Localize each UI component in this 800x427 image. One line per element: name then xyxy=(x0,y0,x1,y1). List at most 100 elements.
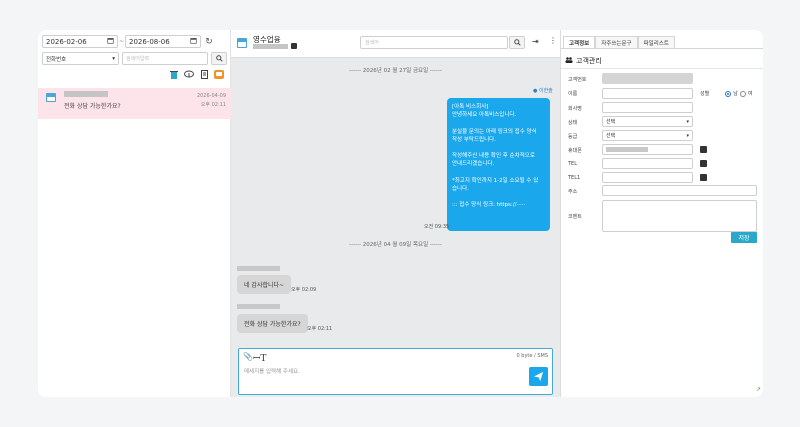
save-button[interactable]: 저장 xyxy=(731,232,757,243)
chat-room-icon xyxy=(237,38,247,48)
more-options-icon[interactable]: ⋮ xyxy=(549,36,557,45)
exit-icon[interactable]: ⇥ xyxy=(532,37,539,46)
status-select[interactable]: 선택 ▾ xyxy=(602,116,693,127)
search-type-value: 전화번호 xyxy=(46,56,67,63)
end-date-input[interactable]: 2026-08-06 xyxy=(125,35,201,48)
mobile-field[interactable] xyxy=(602,144,693,155)
message-line: *최고지 확인까지 1-2일 소요될 수 있 xyxy=(452,177,539,184)
chat-list-item[interactable]: 전화 상담 가능한가요? 2026-04-09 오후 02:11 xyxy=(38,88,231,119)
gender-male-label: 남 xyxy=(733,91,738,97)
message-time: 오전 09:35 xyxy=(424,224,450,230)
message-search-button[interactable] xyxy=(509,36,525,49)
date-divider: ------ 2026년 02 월 27일 금요일 ------ xyxy=(349,68,442,74)
name-field[interactable] xyxy=(602,88,693,99)
date-range: 2026-02-06 ~ 2026-08-06 ↻ xyxy=(42,35,217,48)
sender-name: ● 이한솔 xyxy=(533,87,553,94)
message-line: ::: 접수 양식 링크: https://····· xyxy=(452,202,526,209)
calendar-icon[interactable] xyxy=(190,37,197,46)
address-label: 주소 xyxy=(568,189,578,195)
user-icon: ● xyxy=(533,88,538,94)
panel-divider xyxy=(561,68,763,69)
tab-frequent-phrases[interactable]: 자주쓰는문구 xyxy=(595,36,638,48)
tel-label: TEL xyxy=(568,161,577,167)
send-icon xyxy=(533,371,544,382)
search-button[interactable] xyxy=(211,52,227,65)
customer-no-field xyxy=(602,73,693,84)
phone-icon[interactable] xyxy=(700,160,707,167)
contact-name-redacted xyxy=(64,91,108,97)
message-line: 안내드리겠습니다. xyxy=(452,161,495,168)
chevron-down-icon: ▾ xyxy=(686,132,689,139)
comment-field[interactable] xyxy=(602,200,757,232)
comment-label: 코멘트 xyxy=(568,214,582,220)
gender-male-radio[interactable] xyxy=(725,90,732,97)
last-message-date: 2026-04-09 xyxy=(196,93,226,99)
panel-title: 고객관리 xyxy=(576,57,602,65)
last-message-time: 오후 02:11 xyxy=(200,102,226,108)
message-line xyxy=(452,144,545,152)
start-date-value: 2026-02-06 xyxy=(46,37,87,46)
chevron-down-icon: ▾ xyxy=(686,118,689,125)
grade-value: 선택 xyxy=(606,133,616,139)
message-line: 작성해주신 내용 확인 후 순차적으로 xyxy=(452,153,535,160)
calendar-icon[interactable] xyxy=(107,37,114,46)
font-size-icon[interactable]: ꟷT xyxy=(253,351,266,364)
chat-room-icon xyxy=(46,93,56,102)
search-input[interactable]: 검색어입력 xyxy=(122,52,208,65)
gender-label: 성별 xyxy=(700,91,710,97)
search-row: 전화번호 ▾ 검색어입력 xyxy=(42,52,227,65)
conversation-panel: 영수업융 검색어 ⇥ ⋮ ------ 2026년 02 월 27일 금요일 -… xyxy=(231,30,560,397)
search-icon xyxy=(215,55,223,62)
mobile-redacted xyxy=(606,147,648,152)
refresh-icon[interactable]: ↻ xyxy=(201,37,217,47)
customer-panel: 고객정보 자주쓰는문구 파일리스트 고객관리 고객번호 이름 성별 남 여 회사… xyxy=(560,30,763,397)
message-line xyxy=(452,169,545,177)
message-line: 안녕하세요 아톡비스입니다. xyxy=(452,112,517,119)
search-icon xyxy=(513,39,521,46)
gender-female-radio[interactable] xyxy=(739,90,746,97)
search-type-select[interactable]: 전화번호 ▾ xyxy=(42,52,119,65)
conversation-header: 영수업융 검색어 ⇥ ⋮ xyxy=(231,30,560,58)
send-button[interactable] xyxy=(529,367,548,386)
tab-customer-info[interactable]: 고객정보 xyxy=(563,36,596,48)
delete-icon[interactable] xyxy=(169,69,179,79)
mobile-label: 휴대폰 xyxy=(568,148,582,154)
message-time: 오후 02:11 xyxy=(307,326,333,332)
tel1-label: TEL1 xyxy=(568,175,581,181)
status-value: 선택 xyxy=(606,119,616,125)
phone-icon[interactable] xyxy=(700,174,707,181)
tel1-field[interactable] xyxy=(602,172,693,183)
app-window: 2026-02-06 ~ 2026-08-06 ↻ 전화번호 ▾ 검색어입력 전… xyxy=(38,30,763,397)
phone-icon[interactable] xyxy=(700,146,707,153)
phone-icon[interactable] xyxy=(291,43,297,49)
users-icon xyxy=(565,57,573,65)
message-search-input[interactable]: 검색어 xyxy=(360,36,508,49)
date-divider: ------ 2026년 04 월 09일 목요일 ------ xyxy=(349,242,442,248)
sender-name-redacted xyxy=(237,304,280,309)
message-composer: 📎 ꟷT 0 byte / SMS 메세지를 입력해 주세요. xyxy=(238,348,553,395)
chat-window-icon[interactable] xyxy=(214,69,224,79)
chevron-down-icon: ▾ xyxy=(112,55,115,62)
tab-file-list[interactable]: 파일리스트 xyxy=(637,36,675,48)
start-date-input[interactable]: 2026-02-06 xyxy=(42,35,118,48)
outgoing-message-bubble: [아톡 비스회사] 안녕하세요 아톡비스입니다. 분실물 문의는 아래 링크의 … xyxy=(447,98,550,231)
attach-file-icon[interactable]: 📎 xyxy=(243,352,253,361)
message-line xyxy=(452,193,545,201)
company-field[interactable] xyxy=(602,102,693,113)
grade-label: 등급 xyxy=(568,134,578,140)
document-icon[interactable] xyxy=(199,69,209,79)
cloud-download-icon[interactable] xyxy=(184,69,194,79)
end-date-value: 2026-08-06 xyxy=(129,37,170,46)
gender-female-label: 여 xyxy=(747,91,753,97)
resize-handle-icon[interactable]: ↗ xyxy=(756,386,761,393)
grade-select[interactable]: 선택 ▾ xyxy=(602,130,693,141)
byte-counter: 0 byte / SMS xyxy=(516,353,548,359)
tel-field[interactable] xyxy=(602,158,693,169)
address-field[interactable] xyxy=(602,185,757,196)
message-input[interactable]: 메세지를 입력해 주세요. xyxy=(244,367,300,375)
gender-group: 성별 남 여 xyxy=(700,90,752,97)
tab-divider xyxy=(561,48,763,49)
chat-list-panel: 2026-02-06 ~ 2026-08-06 ↻ 전화번호 ▾ 검색어입력 전… xyxy=(38,30,231,397)
name-label: 이름 xyxy=(568,91,578,97)
panel-heading: 고객관리 xyxy=(565,56,602,66)
